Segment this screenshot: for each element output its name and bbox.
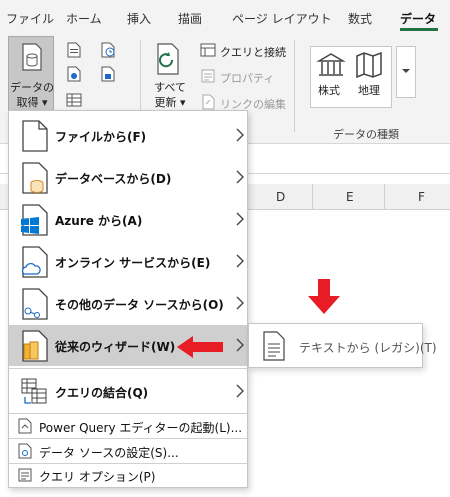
column-header-e[interactable]: E xyxy=(346,190,354,204)
submenu-item-label: テキストから (レガシ)(T) xyxy=(299,341,437,355)
menu-item-label: クエリ オプション(P) xyxy=(39,470,156,484)
properties-icon xyxy=(201,69,215,83)
column-divider xyxy=(384,184,385,210)
get-data-label: データの 取得 ▾ xyxy=(9,80,55,110)
tab-draw[interactable]: 描画 xyxy=(178,10,202,27)
menu-item-from-azure[interactable]: Azure から(A) xyxy=(9,199,247,240)
get-data-label-line2: 取得 ▾ xyxy=(16,96,48,109)
chevron-right-icon xyxy=(236,170,244,184)
refresh-label-line1: すべて xyxy=(154,81,186,94)
tab-formulas[interactable]: 数式 xyxy=(348,10,372,27)
from-web-icon[interactable] xyxy=(66,66,82,82)
column-divider xyxy=(312,184,313,210)
menu-item-data-source-settings[interactable]: データ ソースの設定(S)... xyxy=(9,440,247,462)
menu-separator xyxy=(9,368,247,369)
chevron-right-icon xyxy=(236,128,244,142)
menu-item-label: 従来のウィザード(W) xyxy=(55,340,176,354)
chevron-right-icon xyxy=(236,338,244,352)
tab-file[interactable]: ファイル xyxy=(6,10,54,27)
recent-sources-icon[interactable] xyxy=(100,42,116,58)
tab-data[interactable]: データ xyxy=(400,10,436,27)
text-csv-icon[interactable] xyxy=(66,42,82,58)
queries-connections-icon xyxy=(200,43,216,57)
file-icon xyxy=(22,120,48,152)
text-file-icon xyxy=(263,331,285,361)
queries-connections-button[interactable]: クエリと接続 xyxy=(220,44,286,60)
active-tab-indicator xyxy=(400,28,438,31)
menu-item-from-file[interactable]: ファイルから(F) xyxy=(9,115,247,156)
combine-queries-icon xyxy=(21,378,47,404)
ribbon-tab-bar: ファイル ホーム 挿入 描画 ページ レイアウト 数式 データ xyxy=(0,0,450,34)
properties-button[interactable]: プロパティ xyxy=(220,70,274,86)
chevron-right-icon xyxy=(236,296,244,310)
existing-connections-icon[interactable] xyxy=(100,66,116,82)
menu-item-label: クエリの結合(Q) xyxy=(55,386,149,400)
chevron-down-icon xyxy=(402,69,410,73)
menu-item-label: データベースから(D) xyxy=(55,172,172,186)
data-types-expand-button[interactable] xyxy=(396,46,416,98)
menu-item-label: その他のデータ ソースから(O) xyxy=(55,298,224,312)
menu-separator xyxy=(9,438,247,439)
database-file-icon xyxy=(22,162,48,194)
query-options-icon xyxy=(18,468,32,482)
tab-home[interactable]: ホーム xyxy=(66,10,102,27)
refresh-all-label[interactable]: すべて 更新 ▾ xyxy=(150,80,190,110)
menu-separator xyxy=(9,413,247,414)
menu-item-label: Power Query エディターの起動(L)... xyxy=(39,421,243,435)
geography-label: 地理 xyxy=(358,84,380,97)
legacy-wizard-icon xyxy=(22,330,48,362)
other-sources-icon xyxy=(22,288,48,320)
chevron-right-icon xyxy=(236,212,244,226)
data-types-group-label: データの種類 xyxy=(333,128,399,141)
menu-item-label: Azure から(A) xyxy=(55,214,143,228)
azure-windows-icon xyxy=(21,204,48,236)
menu-item-label: オンライン サービスから(E) xyxy=(55,256,211,270)
tab-page-layout[interactable]: ページ レイアウト xyxy=(232,10,332,27)
column-header-f[interactable]: F xyxy=(418,190,425,204)
stocks-icon[interactable] xyxy=(316,52,346,78)
chevron-right-icon xyxy=(236,384,244,398)
menu-item-launch-power-query[interactable]: Power Query エディターの起動(L)... xyxy=(9,415,247,437)
from-table-icon[interactable] xyxy=(66,92,82,108)
red-arrow-left-icon xyxy=(177,336,223,358)
get-data-label-line1: データの xyxy=(10,81,54,94)
data-source-settings-icon xyxy=(18,443,32,459)
stocks-label: 株式 xyxy=(318,84,340,97)
refresh-all-icon[interactable] xyxy=(154,42,186,76)
menu-item-combine-queries[interactable]: クエリの結合(Q) xyxy=(9,371,247,412)
column-header-d[interactable]: D xyxy=(276,190,285,204)
menu-item-from-other-sources[interactable]: その他のデータ ソースから(O) xyxy=(9,283,247,324)
chevron-right-icon xyxy=(236,254,244,268)
tab-insert[interactable]: 挿入 xyxy=(127,10,151,27)
ribbon-separator-2 xyxy=(294,40,295,132)
power-query-icon xyxy=(18,418,32,434)
menu-item-from-online-services[interactable]: オンライン サービスから(E) xyxy=(9,241,247,282)
menu-item-query-options[interactable]: クエリ オプション(P) xyxy=(9,464,247,486)
edit-links-icon xyxy=(202,94,215,110)
submenu-item-from-text-legacy[interactable]: テキストから (レガシ)(T) xyxy=(249,324,437,367)
cloud-file-icon xyxy=(21,246,48,278)
menu-item-from-database[interactable]: データベースから(D) xyxy=(9,157,247,198)
menu-item-label: データ ソースの設定(S)... xyxy=(39,446,179,460)
refresh-label-line2: 更新 ▾ xyxy=(154,96,186,109)
database-icon xyxy=(22,43,42,71)
menu-item-label: ファイルから(F) xyxy=(55,130,147,144)
get-data-menu: ファイルから(F) データベースから(D) Azure から(A) オンライン … xyxy=(8,110,248,488)
legacy-wizard-submenu: テキストから (レガシ)(T) xyxy=(248,323,437,368)
red-arrow-down-icon xyxy=(308,279,340,314)
geography-icon[interactable] xyxy=(355,52,383,78)
